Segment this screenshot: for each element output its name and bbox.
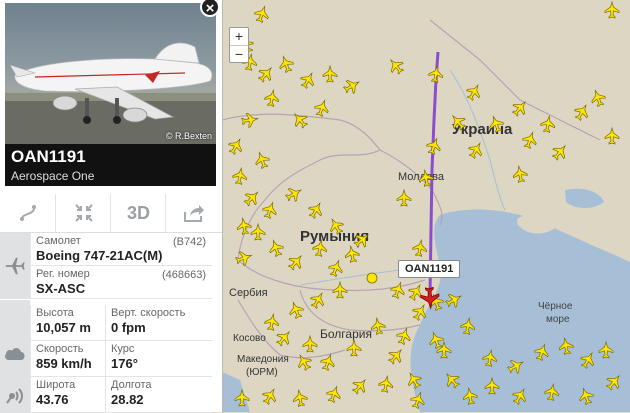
share-icon: [183, 205, 204, 222]
altitude-label: Высота: [36, 307, 74, 319]
airplane-icon: [5, 257, 25, 275]
course-value: 176°: [111, 356, 138, 371]
speed-label: Скорость: [36, 343, 84, 355]
course-label: Курс: [111, 343, 135, 355]
label-serbia: Сербия: [229, 287, 268, 299]
latitude-value: 43.76: [36, 392, 69, 407]
route-icon: [19, 205, 36, 221]
position-section-icon: [0, 373, 30, 413]
aircraft-type-code: (B742): [172, 236, 206, 248]
aircraft-photo: © R.Bexten: [5, 3, 216, 144]
view-3d-button[interactable]: 3D: [110, 194, 166, 232]
longitude-cell: Долгота 28.82: [105, 377, 212, 413]
vertical-speed-value: 0 fpm: [111, 320, 146, 335]
registration-cell: Рег. номер (468663) SX-ASC: [30, 266, 212, 299]
aircraft-type-cell: Самолет (B742) Boeing 747-21AC(M): [30, 233, 212, 266]
label-moldova: Молдова: [398, 171, 445, 183]
vertical-speed-label: Верт. скорость: [111, 307, 186, 319]
collapse-icon: [74, 204, 93, 222]
collapse-button[interactable]: [55, 194, 111, 232]
callsign-header: OAN1191 Aerospace One: [5, 144, 216, 186]
route-button[interactable]: [0, 194, 55, 232]
speed-cell: Скорость 859 km/h: [30, 341, 105, 377]
cloud-icon: [5, 348, 25, 360]
course-cell: Курс 176°: [105, 341, 212, 377]
zoom-out-button[interactable]: −: [230, 46, 248, 63]
zoom-control: + −: [229, 27, 249, 63]
aircraft-section-icon: [0, 233, 30, 299]
antenna-icon: [6, 388, 23, 404]
latitude-label: Широта: [36, 379, 76, 391]
longitude-value: 28.82: [111, 392, 144, 407]
selected-flight-label[interactable]: OAN1191: [398, 260, 461, 278]
close-button[interactable]: ×: [200, 0, 220, 17]
latitude-cell: Широта 43.76: [30, 377, 105, 413]
registration-value: SX-ASC: [36, 281, 86, 296]
label-kosovo: Косово: [233, 333, 266, 344]
share-button[interactable]: [165, 194, 221, 232]
label-bulgaria: Болгария: [320, 327, 372, 341]
label-macedonia: Македония: [237, 354, 289, 365]
longitude-label: Долгота: [111, 379, 152, 391]
label-black-sea: Чёрное: [538, 301, 573, 312]
aircraft-type-value: Boeing 747-21AC(M): [36, 248, 163, 263]
flight-toolbar: 3D: [0, 194, 222, 233]
city-marker: [366, 272, 378, 284]
registration-code: (468663): [161, 269, 206, 281]
label-macedonia-sub: (ЮРМ): [246, 367, 278, 378]
airline-name: Aerospace One: [11, 169, 95, 183]
flight-map[interactable]: Украина Молдова Румыния Сербия Болгария …: [222, 0, 630, 412]
label-black-sea-sub: море: [546, 314, 570, 325]
vertical-speed-cell: Верт. скорость 0 fpm: [105, 305, 212, 341]
speed-value: 859 km/h: [36, 356, 92, 371]
photo-credit: © R.Bexten: [165, 131, 212, 141]
flight-callsign: OAN1191: [11, 147, 86, 166]
flight-info-panel: © R.Bexten × OAN1191 Aerospace One 3D Са…: [0, 0, 223, 413]
altitude-value: 10,057 m: [36, 320, 91, 335]
zoom-in-button[interactable]: +: [230, 28, 248, 46]
altitude-cell: Высота 10,057 m: [30, 305, 105, 341]
